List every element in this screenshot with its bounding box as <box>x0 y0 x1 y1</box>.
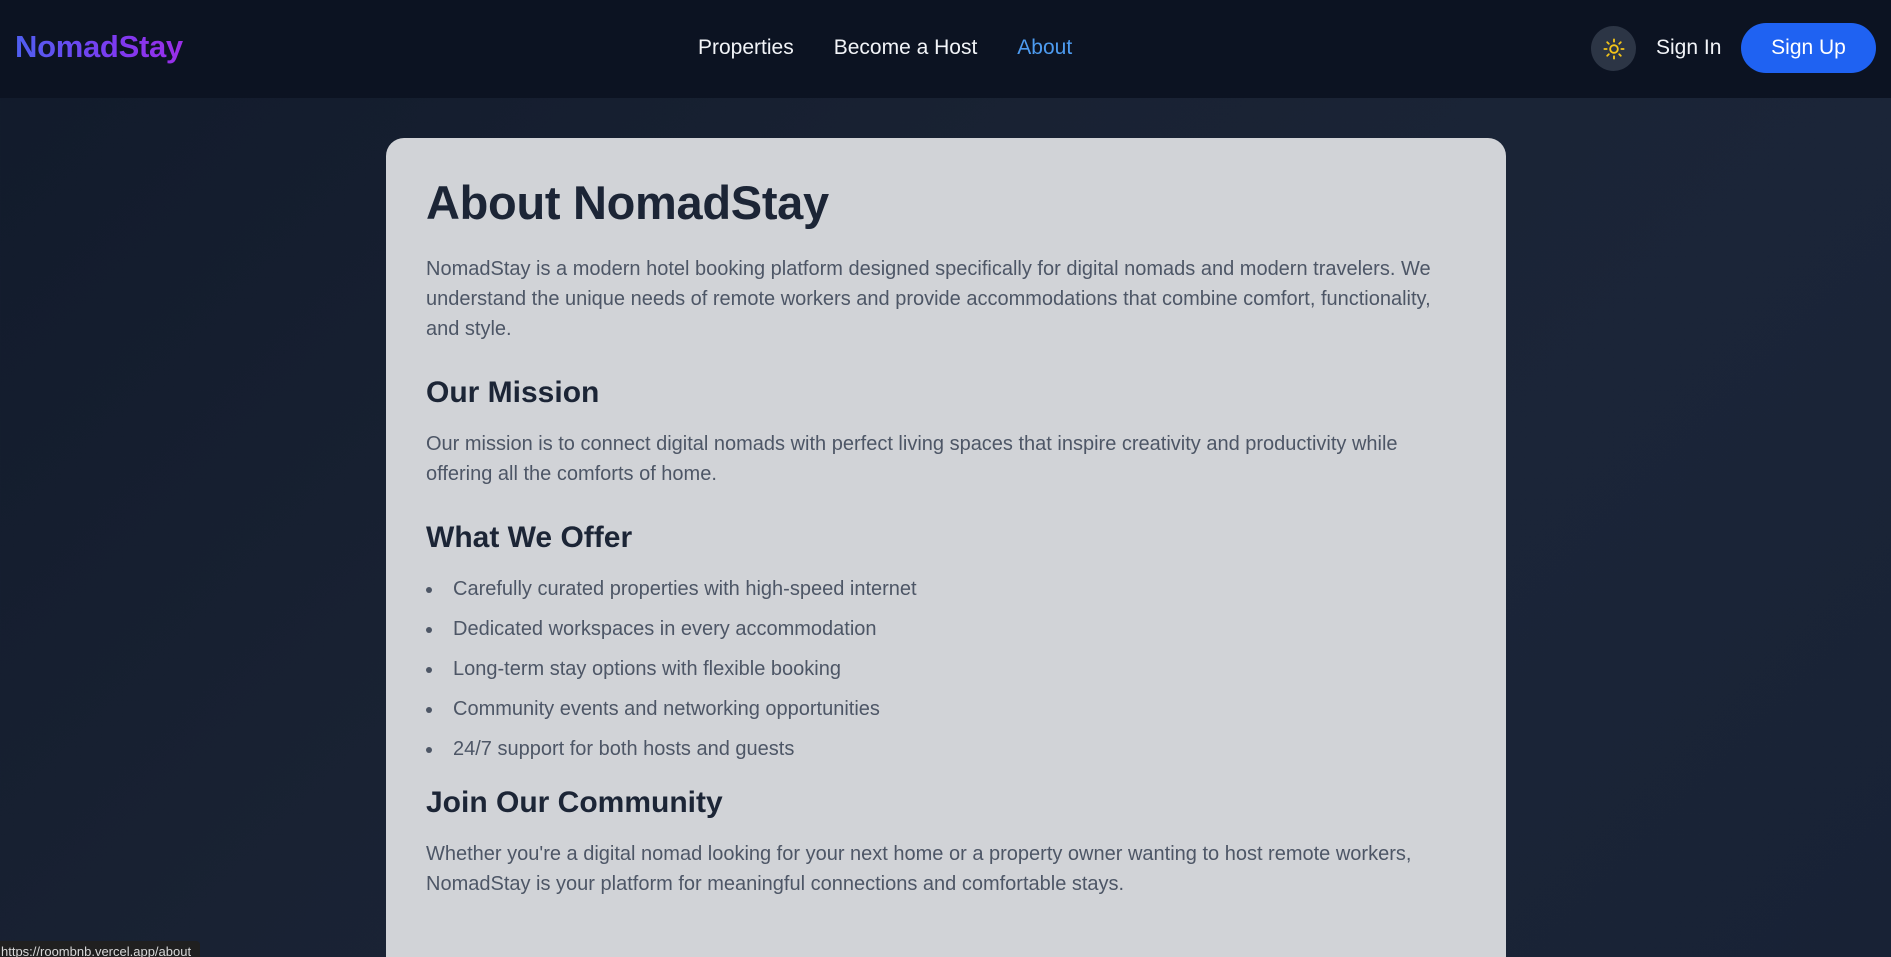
offer-heading: What We Offer <box>426 521 633 554</box>
bullet-icon <box>426 747 432 753</box>
mission-paragraph: Our mission is to connect digital nomads… <box>426 433 1398 485</box>
list-item-text: Community events and networking opportun… <box>453 698 880 720</box>
mission-heading: Our Mission <box>426 376 600 409</box>
main-nav: Properties Become a Host About <box>698 34 1072 62</box>
sun-icon <box>1602 37 1625 60</box>
sign-in-link[interactable]: Sign In <box>1656 34 1721 62</box>
bullet-icon <box>426 707 432 713</box>
intro-paragraph: NomadStay is a modern hotel booking plat… <box>426 258 1431 340</box>
list-item-text: Carefully curated properties with high-s… <box>453 578 917 600</box>
list-item: Carefully curated properties with high-s… <box>426 574 1466 604</box>
bullet-icon <box>426 667 432 673</box>
bullet-icon <box>426 627 432 633</box>
list-item: Community events and networking opportun… <box>426 694 1466 724</box>
status-bar-url: https://roombnb.vercel.app/about <box>0 941 201 957</box>
community-heading: Join Our Community <box>426 786 723 819</box>
bullet-icon <box>426 587 432 593</box>
list-item: 24/7 support for both hosts and guests <box>426 734 1466 764</box>
top-navbar: NomadStay Properties Become a Host About… <box>0 0 1891 98</box>
sign-up-button[interactable]: Sign Up <box>1741 23 1876 73</box>
theme-toggle-button[interactable] <box>1591 26 1636 71</box>
list-item-text: Dedicated workspaces in every accommodat… <box>453 618 877 640</box>
list-item: Dedicated workspaces in every accommodat… <box>426 614 1466 644</box>
offer-list: Carefully curated properties with high-s… <box>426 574 1466 764</box>
list-item-text: 24/7 support for both hosts and guests <box>453 738 795 760</box>
nav-link-properties[interactable]: Properties <box>698 34 794 62</box>
community-paragraph: Whether you're a digital nomad looking f… <box>426 843 1412 895</box>
about-card: About NomadStay NomadStay is a modern ho… <box>386 138 1506 957</box>
list-item: Long-term stay options with flexible boo… <box>426 654 1466 684</box>
nav-link-become-a-host[interactable]: Become a Host <box>834 34 978 62</box>
list-item-text: Long-term stay options with flexible boo… <box>453 658 841 680</box>
page-title: About NomadStay <box>426 176 829 229</box>
nav-link-about[interactable]: About <box>1017 34 1072 62</box>
brand-logo[interactable]: NomadStay <box>15 27 183 67</box>
